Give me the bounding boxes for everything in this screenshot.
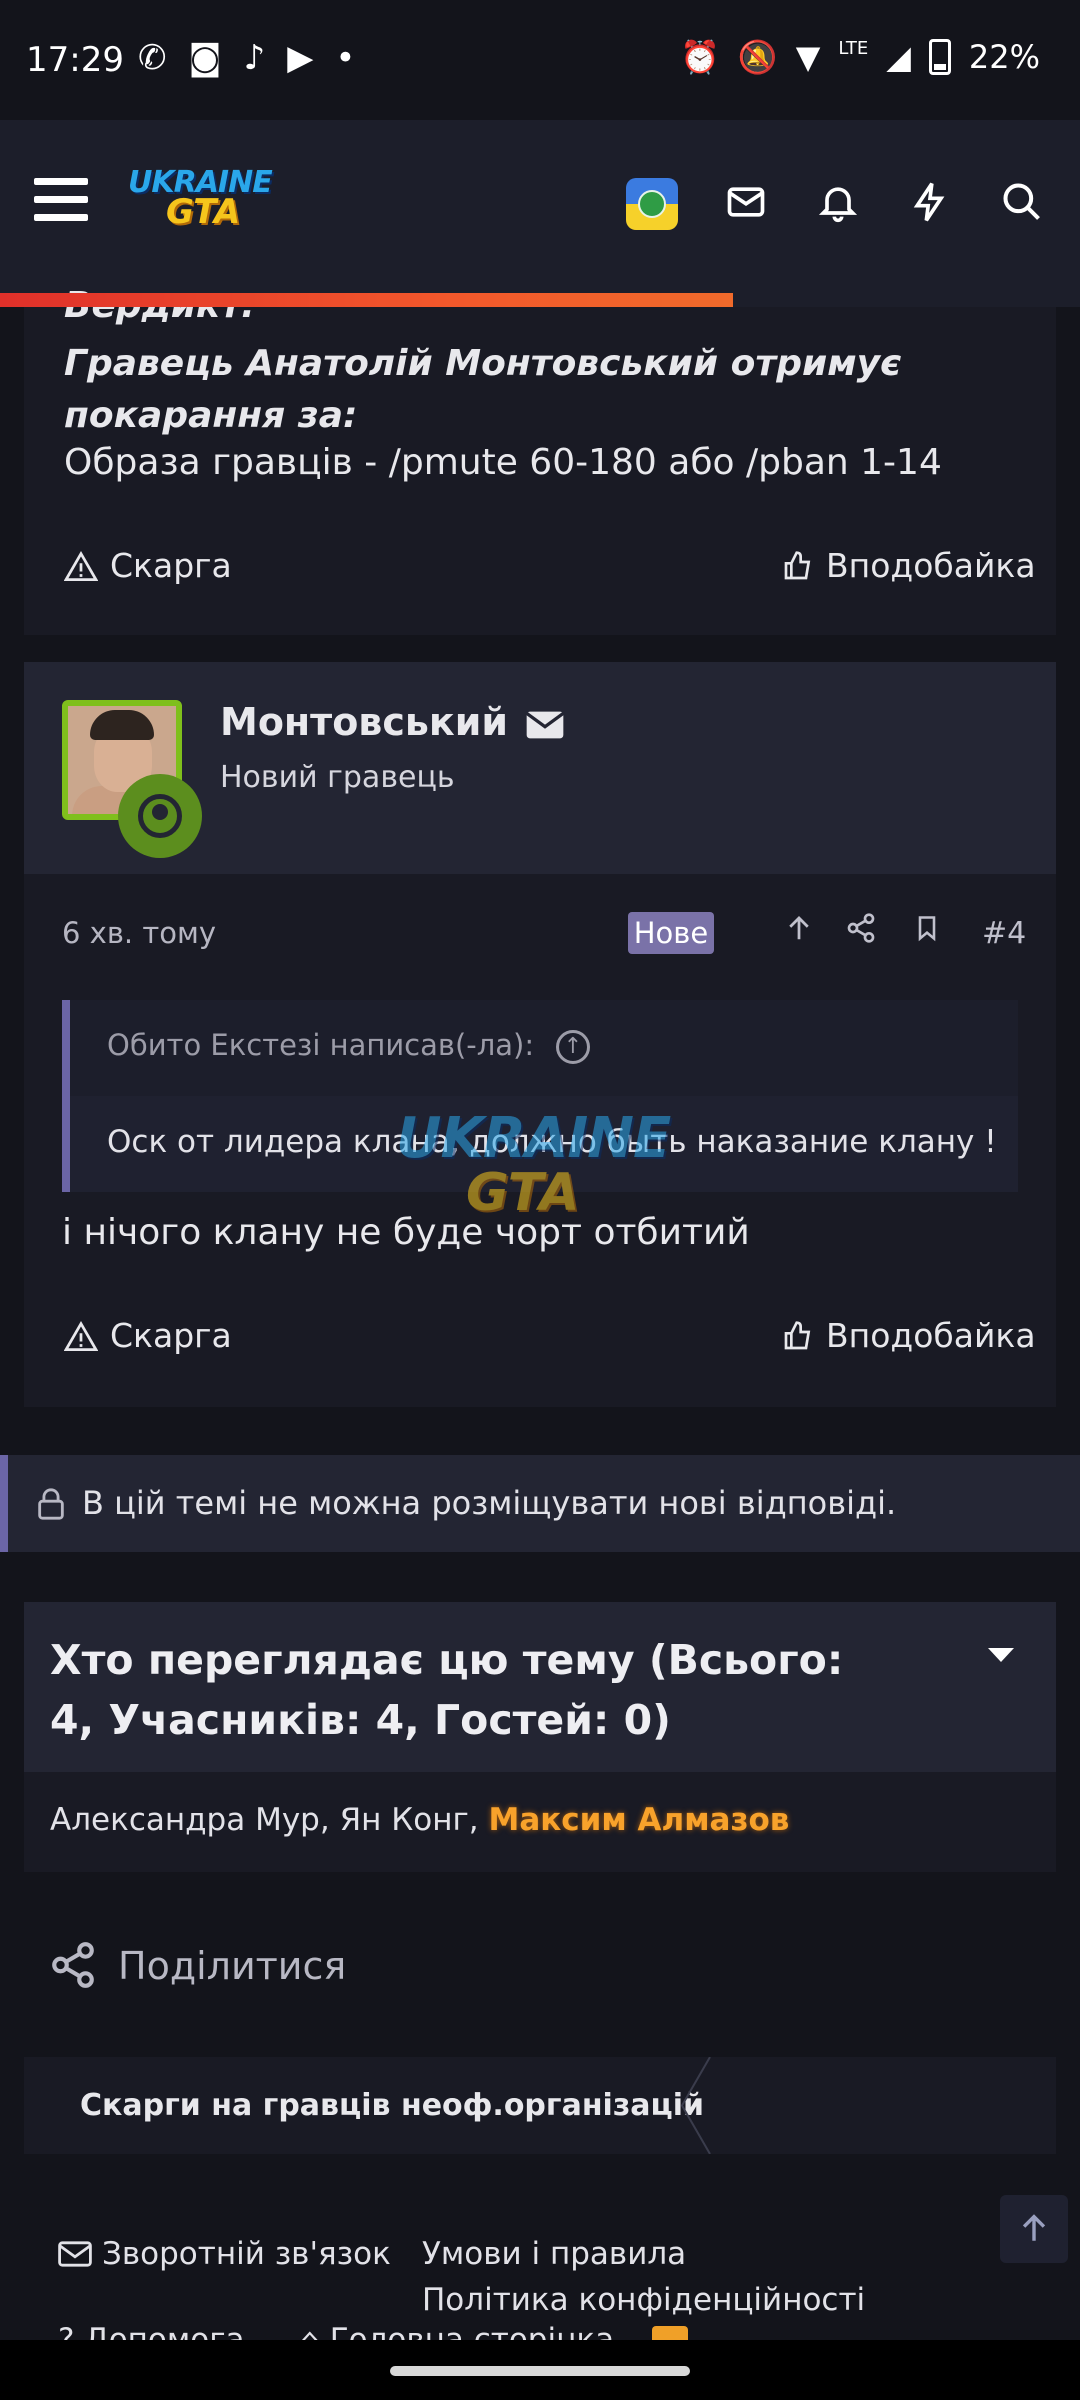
lock-icon: [38, 1488, 64, 1520]
like-label: Вподобайка: [826, 546, 1036, 585]
author-username[interactable]: Монтовський: [220, 700, 565, 744]
mail-icon: [58, 2241, 92, 2267]
share-post-icon[interactable]: [841, 912, 881, 952]
status-system-icons: ⏰ 🔕 ▼ LTE ◢ 22%: [680, 37, 1040, 77]
footer-privacy-label: Політика конфіденційності: [422, 2282, 866, 2318]
post-body-text: і нічого клану не буде чорт отбитий: [62, 1212, 750, 1253]
new-badge: Нове: [628, 912, 714, 954]
viewers-title: Хто переглядає цю тему (Всього: 4, Учасн…: [50, 1636, 844, 1744]
menu-icon[interactable]: [34, 178, 88, 224]
warning-icon: [64, 550, 98, 581]
post-number[interactable]: #4: [982, 916, 1026, 951]
network-label: LTE: [838, 37, 869, 59]
reading-progress-bar: [0, 293, 733, 307]
report-label: Скарга: [110, 1316, 232, 1355]
scroll-to-top-button[interactable]: [1000, 2195, 1068, 2263]
wifi-icon: ▼: [795, 38, 821, 76]
phone-icon: ✆: [138, 38, 167, 78]
battery-icon: [928, 39, 951, 75]
footer-contact-label: Зворотній зв'язок: [102, 2236, 391, 2272]
breadcrumb-item[interactable]: Скарги на гравців неоф.організацій: [80, 2088, 704, 2123]
status-notification-icons: ✆ ◙ ♪ ▶ •: [138, 38, 355, 78]
footer-terms-link[interactable]: Умови і правила: [422, 2236, 686, 2272]
report-label: Скарга: [110, 546, 232, 585]
footer-terms-label: Умови і правила: [422, 2236, 687, 2272]
signal-icon: ◢: [886, 38, 911, 76]
youtube-icon: ▶: [287, 38, 314, 78]
header-bottom-edge: [733, 293, 1080, 307]
mute-icon: 🔕: [737, 38, 778, 76]
thumbs-up-icon: [784, 1320, 811, 1349]
share-label[interactable]: Поділитися: [118, 1944, 346, 1988]
tiktok-icon: ♪: [243, 38, 266, 78]
mail-icon[interactable]: [722, 180, 770, 228]
post-time[interactable]: 6 хв. тому: [62, 916, 216, 950]
report-button[interactable]: Скарга: [64, 1316, 232, 1355]
warning-icon: [64, 1320, 98, 1351]
viewer-names[interactable]: Александра Мур, Ян Конг,: [50, 1802, 479, 1838]
lightning-icon[interactable]: [906, 180, 954, 228]
discord-icon: ◙: [188, 38, 222, 78]
footer-contact-link[interactable]: Зворотній зв'язок: [58, 2236, 391, 2272]
verdict-text: Образа гравців - /pmute 60-180 або /pban…: [64, 442, 942, 483]
site-logo[interactable]: UKRAINE GTA: [128, 165, 283, 245]
like-button[interactable]: Вподобайка: [782, 546, 1036, 585]
envelope-icon[interactable]: [525, 709, 565, 741]
verdict-bold-text: Гравець Анатолій Монтовський отримує пок…: [64, 343, 902, 436]
bell-icon[interactable]: [814, 180, 862, 228]
online-status-icon: [118, 774, 202, 858]
caret-down-icon[interactable]: [988, 1648, 1014, 1662]
viewer-name-highlight[interactable]: Максим Алмазов: [488, 1802, 789, 1838]
more-dot-icon: •: [335, 38, 356, 78]
user-avatar-button[interactable]: [626, 178, 678, 230]
gesture-handle[interactable]: [390, 2366, 690, 2376]
share-icon[interactable]: [48, 1940, 98, 1990]
quote-jump-icon[interactable]: ↑: [556, 1030, 590, 1064]
watermark-logo: UKRAINE GTA: [396, 1106, 671, 1223]
search-icon[interactable]: [998, 180, 1046, 228]
author-name: Монтовський: [220, 700, 508, 744]
breadcrumb-separator-icon: [680, 2057, 711, 2154]
alarm-icon: ⏰: [680, 38, 720, 76]
bookmark-icon[interactable]: [907, 912, 947, 952]
like-label: Вподобайка: [826, 1316, 1036, 1355]
locked-notice-text: В цій темі не можна розміщувати нові від…: [82, 1484, 897, 1522]
footer-privacy-link[interactable]: Політика конфіденційності: [422, 2282, 865, 2318]
report-button[interactable]: Скарга: [64, 546, 232, 585]
like-button[interactable]: Вподобайка: [782, 1316, 1036, 1355]
status-time: 17:29: [26, 40, 124, 80]
arrow-up-icon[interactable]: [779, 912, 819, 952]
viewers-list: Александра Мур, Ян Конг, Максим Алмазов: [50, 1802, 789, 1838]
thumbs-up-icon: [784, 550, 811, 579]
quote-author: Обито Екстезі написав(-ла):: [107, 1028, 535, 1062]
author-title: Новий гравець: [220, 760, 455, 795]
battery-percent: 22%: [968, 38, 1040, 76]
